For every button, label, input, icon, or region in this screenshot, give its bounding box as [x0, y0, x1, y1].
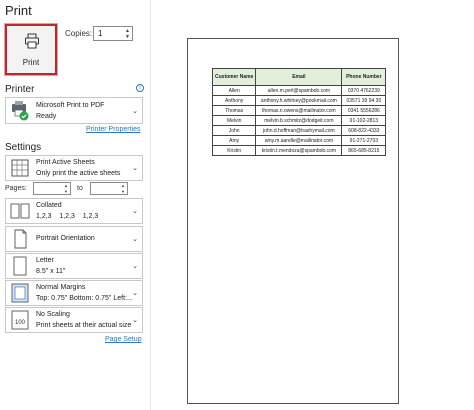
- table-row: Kristin kristin.t.mendoza@spambob.com 865-…: [211, 145, 387, 156]
- paper-size-select[interactable]: Letter 8.5" x 11" ⌄: [5, 253, 143, 279]
- table-cell: Anthony: [211, 95, 257, 106]
- copies-label: Copies:: [65, 29, 93, 38]
- collation-title: Collated: [36, 202, 62, 209]
- paper-title: Letter: [36, 257, 54, 264]
- spinner-arrows-icon[interactable]: ▲ ▼: [125, 28, 130, 40]
- paper-sub: 8.5" x 11": [36, 268, 66, 275]
- printer-name: Microsoft Print to PDF: [36, 102, 105, 109]
- preview-page: Customer Name Email Phone Number Allen al…: [187, 38, 399, 404]
- orientation-select[interactable]: Portrait Orientation ⌄: [5, 226, 143, 252]
- orientation-title: Portrait Orientation: [36, 235, 95, 242]
- table-cell: Allen: [211, 85, 257, 96]
- collation-select[interactable]: Collated 1,2,3 1,2,3 1,2,3 ⌄: [5, 198, 143, 224]
- table-cell: anthony.h.whitney@pookmail.com: [255, 95, 343, 106]
- copies-stepper[interactable]: 1 ▲ ▼: [93, 26, 133, 41]
- table-header: Email: [255, 68, 343, 86]
- chevron-down-icon: ⌄: [132, 263, 138, 270]
- table-row: John john.d.hoffman@trashymail.com 608-822…: [211, 125, 387, 136]
- printer-status: Ready: [36, 113, 57, 120]
- paper-icon: [13, 256, 27, 276]
- print-scope-title: Print Active Sheets: [36, 159, 95, 166]
- margins-sub: Top: 0.75" Bottom: 0.75" Left:...: [36, 295, 133, 302]
- copies-value: 1: [98, 29, 103, 38]
- settings-heading: Settings: [5, 142, 42, 153]
- chevron-down-icon: ⌄: [132, 290, 138, 297]
- table-header: Phone Number: [341, 68, 387, 86]
- spinner-arrows-icon[interactable]: ▲ ▼: [64, 183, 68, 195]
- collated-icon: [10, 203, 30, 219]
- margins-select[interactable]: Normal Margins Top: 0.75" Bottom: 0.75" …: [5, 280, 143, 306]
- table-row: Anthony anthony.h.whitney@pookmail.com 035…: [211, 95, 387, 106]
- table-row: Allen allen.m.perl@spambob.com 0370 476223…: [211, 85, 387, 96]
- pages-to-label: to: [77, 185, 83, 192]
- table-cell: Kristin: [211, 145, 257, 156]
- table-cell: 608-822-4333: [341, 125, 387, 136]
- portrait-page-icon: [14, 229, 27, 249]
- pages-label: Pages:: [5, 185, 27, 192]
- page-setup-link[interactable]: Page Setup: [105, 336, 142, 343]
- chevron-down-icon: ⌄: [132, 317, 138, 324]
- printer-properties-link[interactable]: Printer Properties: [86, 126, 140, 133]
- scaling-sub: Print sheets at their actual size: [36, 322, 132, 329]
- table-cell: 03571 39 94 30: [341, 95, 387, 106]
- print-settings-panel: Print Print Copies: 1 ▲ ▼ Printer i Micro…: [0, 0, 150, 410]
- pages-from-input[interactable]: ▲ ▼: [33, 182, 71, 195]
- table-cell: Thomas: [211, 105, 257, 116]
- scaling-title: No Scaling: [36, 311, 70, 318]
- print-button[interactable]: Print: [5, 24, 57, 75]
- collation-sub: 1,2,3 1,2,3 1,2,3: [36, 213, 99, 220]
- table-row: Amy amy.m.aandle@mailinator.com 91-271-270…: [211, 135, 387, 146]
- table-cell: allen.m.perl@spambob.com: [255, 85, 343, 96]
- table-cell: 91-102-2813: [341, 115, 387, 126]
- table-cell: melvin.b.schmitz@dodgeit.com: [255, 115, 343, 126]
- table-cell: 0341 5556286: [341, 105, 387, 116]
- chevron-down-icon: ⌄: [132, 107, 138, 115]
- table-row: Melvin melvin.b.schmitz@dodgeit.com 91-102…: [211, 115, 387, 126]
- chevron-down-icon: ⌄: [132, 208, 138, 215]
- page-title: Print: [5, 3, 32, 18]
- chevron-down-icon: ⌄: [132, 236, 138, 243]
- table-header: Customer Name: [211, 68, 257, 86]
- table-cell: 865-685-8215: [341, 145, 387, 156]
- table-cell: Melvin: [211, 115, 257, 126]
- chevron-down-icon: ⌄: [132, 165, 138, 172]
- preview-table: Customer Name Email Phone Number Allen al…: [211, 68, 387, 156]
- pages-to-input[interactable]: ▲ ▼: [90, 182, 128, 195]
- table-cell: amy.m.aandle@mailinator.com: [255, 135, 343, 146]
- margins-title: Normal Margins: [36, 284, 86, 291]
- table-cell: Amy: [211, 135, 257, 146]
- table-cell: John: [211, 125, 257, 136]
- table-cell: 0370 4762239: [341, 85, 387, 96]
- table-cell: 91-271-2703: [341, 135, 387, 146]
- table-cell: kristin.t.mendoza@spambob.com: [255, 145, 343, 156]
- sheets-icon: [11, 159, 29, 177]
- info-icon[interactable]: i: [136, 84, 144, 92]
- printer-select[interactable]: Microsoft Print to PDF Ready ⌄: [5, 97, 143, 124]
- spinner-arrows-icon[interactable]: ▲ ▼: [121, 183, 125, 195]
- print-scope-select[interactable]: Print Active Sheets Only print the activ…: [5, 155, 143, 181]
- printer-heading: Printer: [5, 84, 35, 95]
- scaling-100-icon: 100: [11, 310, 29, 330]
- scaling-select[interactable]: 100 No Scaling Print sheets at their act…: [5, 307, 143, 333]
- print-button-label: Print: [22, 58, 40, 67]
- printer-ready-icon: [12, 100, 29, 120]
- svg-text:100: 100: [15, 320, 26, 326]
- print-scope-sub: Only print the active sheets: [36, 170, 121, 177]
- printer-icon: [25, 33, 39, 49]
- margins-icon: [11, 283, 29, 303]
- table-row: Thomas thomas.n.owens@mailinator.com 0341 …: [211, 105, 387, 116]
- table-cell: thomas.n.owens@mailinator.com: [255, 105, 343, 116]
- table-cell: john.d.hoffman@trashymail.com: [255, 125, 343, 136]
